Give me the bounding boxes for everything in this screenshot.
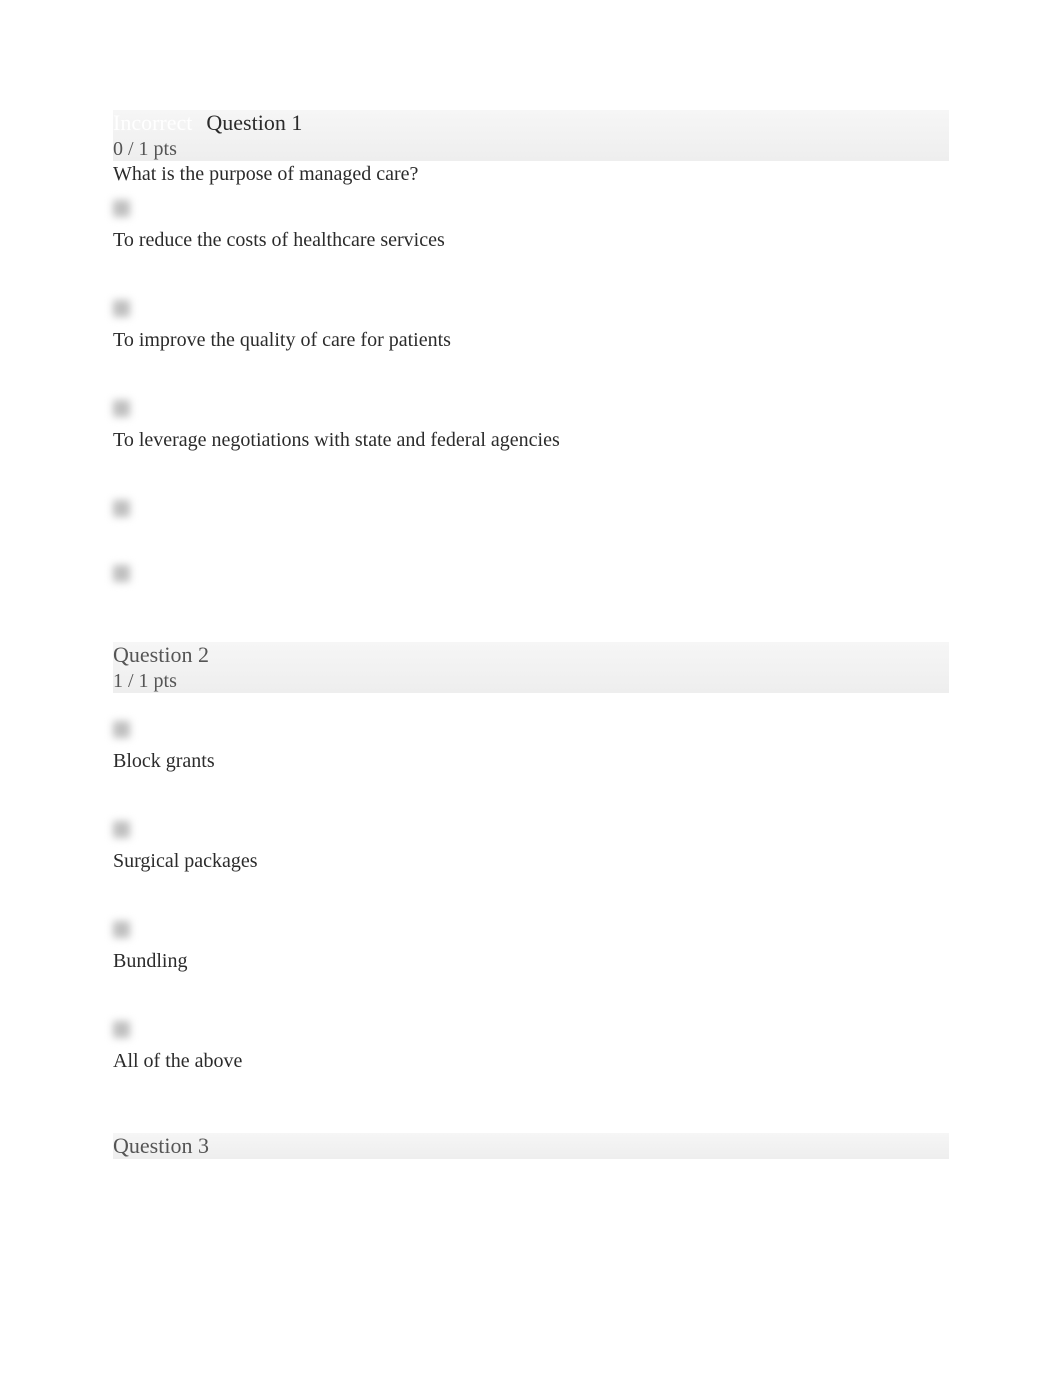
question-block-2: Question 2 1 / 1 pts Block grants Surgic…: [113, 642, 949, 1073]
question-block-1: Incorrect Question 1 0 / 1 pts What is t…: [113, 110, 949, 582]
answer-marker-icon: [113, 400, 130, 417]
question-title: Question 1: [206, 110, 302, 136]
answer-text: To leverage negotiations with state and …: [113, 429, 949, 452]
answer-marker-icon: [113, 200, 130, 217]
question-header: Question 3: [113, 1133, 949, 1159]
question-title: Question 2: [113, 642, 209, 668]
question-title: Question 3: [113, 1133, 209, 1159]
answer-marker-icon: [113, 721, 130, 738]
answer-option: To reduce the costs of healthcare servic…: [113, 200, 949, 252]
answer-text: Block grants: [113, 750, 949, 773]
answer-option: To improve the quality of care for patie…: [113, 300, 949, 352]
answer-option: [113, 500, 949, 517]
answer-option: Surgical packages: [113, 821, 949, 873]
question-header: Question 2 1 / 1 pts: [113, 642, 949, 693]
answer-option: [113, 565, 949, 582]
answer-text: To improve the quality of care for patie…: [113, 329, 949, 352]
answer-marker-icon: [113, 921, 130, 938]
answer-marker-icon: [113, 821, 130, 838]
answer-marker-icon: [113, 565, 130, 582]
answer-marker-icon: [113, 1021, 130, 1038]
points-score: 1 / 1 pts: [113, 670, 949, 693]
answer-marker-icon: [113, 300, 130, 317]
question-block-3: Question 3: [113, 1133, 949, 1159]
answer-group: To reduce the costs of healthcare servic…: [113, 200, 949, 582]
question-header: Incorrect Question 1 0 / 1 pts: [113, 110, 949, 161]
status-label-incorrect: Incorrect: [113, 110, 192, 136]
answer-text: All of the above: [113, 1050, 949, 1073]
question-title-row: Question 3: [113, 1133, 949, 1159]
question-title-row: Incorrect Question 1: [113, 110, 949, 136]
answer-option: All of the above: [113, 1021, 949, 1073]
answer-option: Bundling: [113, 921, 949, 973]
answer-text: To reduce the costs of healthcare servic…: [113, 229, 949, 252]
answer-text: Surgical packages: [113, 850, 949, 873]
answer-option: Block grants: [113, 721, 949, 773]
answer-option: To leverage negotiations with state and …: [113, 400, 949, 452]
question-title-row: Question 2: [113, 642, 949, 668]
answer-text: Bundling: [113, 950, 949, 973]
answer-marker-icon: [113, 500, 130, 517]
question-prompt: What is the purpose of managed care?: [113, 163, 949, 186]
points-score: 0 / 1 pts: [113, 138, 949, 161]
answer-group: Block grants Surgical packages Bundling …: [113, 721, 949, 1073]
